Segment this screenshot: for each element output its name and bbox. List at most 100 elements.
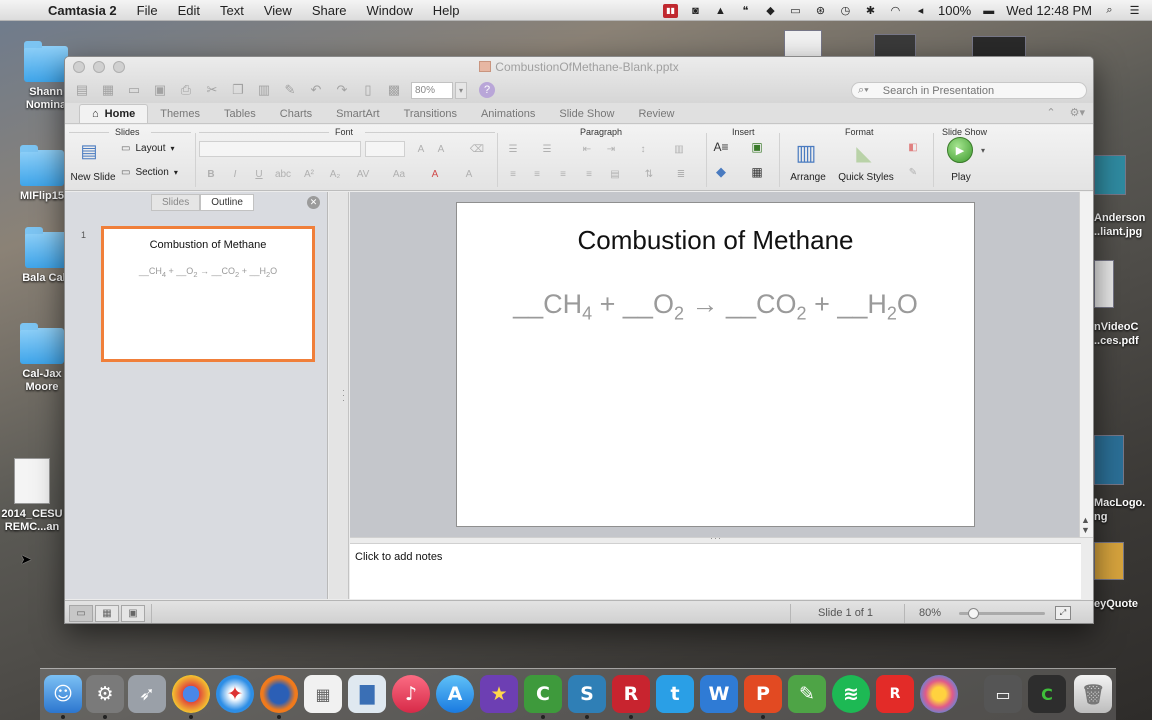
slide-title[interactable]: Combustion of Methane	[457, 225, 974, 256]
search-icon[interactable]: ⌕▾	[858, 84, 869, 97]
tab-slide-show[interactable]: Slide Show	[547, 104, 626, 123]
desktop-file-label[interactable]: eyQuote	[1094, 597, 1138, 611]
desktop-thumbnail-icon[interactable]	[784, 30, 822, 58]
roblox-icon[interactable]: R	[876, 675, 914, 713]
tab-transitions[interactable]: Transitions	[392, 104, 469, 123]
screen-icon[interactable]: ▭	[788, 4, 803, 18]
media-browser-icon[interactable]: ▩	[385, 82, 403, 98]
keynote-icon[interactable]: ▇	[348, 675, 386, 713]
decrease-font-icon[interactable]: A	[433, 142, 449, 156]
evernote-icon[interactable]: ✎	[788, 675, 826, 713]
new-slide-button[interactable]: New Slide	[67, 172, 119, 183]
tab-animations[interactable]: Animations	[469, 104, 547, 123]
normal-view-button[interactable]: ▭	[69, 605, 93, 622]
system-preferences-icon[interactable]: ⚙	[86, 675, 124, 713]
subscript-icon[interactable]: A₂	[327, 167, 343, 181]
photos-icon[interactable]	[920, 675, 958, 713]
media-icon[interactable]: ▦	[749, 165, 765, 179]
camera-icon[interactable]: ◙	[688, 4, 703, 18]
text-box-icon[interactable]: A≡	[713, 140, 729, 154]
slide-sorter-button[interactable]: ▦	[95, 605, 119, 622]
italic-icon[interactable]: I	[227, 167, 243, 181]
clock[interactable]: Wed 12:48 PM	[1006, 3, 1092, 18]
format-painter-icon[interactable]: ✎	[281, 82, 299, 98]
tab-home[interactable]: ⌂ Home	[79, 104, 149, 123]
new-slide-icon[interactable]: ▤	[69, 139, 109, 163]
menu-help[interactable]: Help	[433, 3, 460, 18]
distributed-icon[interactable]: ▤	[607, 167, 623, 181]
text-direction-icon[interactable]: ⇅	[641, 167, 657, 181]
columns-icon[interactable]: ▥	[671, 142, 687, 156]
notes-pane[interactable]: Click to add notes	[350, 543, 1081, 599]
vertical-scrollbar[interactable]: ▲ ▼	[1079, 192, 1093, 537]
sidebar-toggle-icon[interactable]: ▯	[359, 82, 377, 98]
paste-icon[interactable]: ▥	[255, 82, 273, 98]
search-input[interactable]	[882, 84, 1063, 97]
time-machine-icon[interactable]: ◷	[838, 4, 853, 18]
play-icon[interactable]: ▶	[947, 137, 973, 163]
align-right-icon[interactable]: ≡	[555, 167, 571, 181]
scroll-arrows-icon[interactable]: ▲ ▼	[1081, 515, 1090, 535]
trash-icon[interactable]: 🗑	[1074, 675, 1112, 713]
quote-thumbnail-icon[interactable]	[1094, 542, 1124, 580]
bluetooth-icon[interactable]: ✱	[863, 4, 878, 18]
notification-icon[interactable]: ▲	[713, 4, 728, 18]
tab-review[interactable]: Review	[626, 104, 686, 123]
launchpad-icon[interactable]: ➶	[128, 675, 166, 713]
font-color-icon[interactable]: A	[427, 167, 443, 181]
desktop-file-label[interactable]: MacLogo. ng	[1094, 496, 1152, 524]
app-store-icon[interactable]: A	[436, 675, 474, 713]
align-left-icon[interactable]: ≡	[505, 167, 521, 181]
superscript-icon[interactable]: A²	[301, 167, 317, 181]
menu-view[interactable]: View	[264, 3, 292, 18]
templates-icon[interactable]: ▦	[99, 82, 117, 98]
screen-capture-icon[interactable]: ▭	[984, 675, 1022, 713]
quick-styles-button[interactable]: Quick Styles	[833, 172, 899, 183]
save-icon[interactable]: ▣	[151, 82, 169, 98]
safari-icon[interactable]: ✦	[216, 675, 254, 713]
copy-icon[interactable]: ❐	[229, 82, 247, 98]
desktop-folder-2[interactable]: MIFlip15	[14, 145, 70, 203]
camtasia-recorder-icon[interactable]: C	[1028, 675, 1066, 713]
logo-thumbnail-icon[interactable]	[1094, 435, 1124, 485]
fill-color-icon[interactable]: ◧	[905, 140, 921, 154]
spotify-icon[interactable]: ≋	[832, 675, 870, 713]
image-thumbnail-icon[interactable]	[1094, 155, 1126, 195]
tab-slides-pane[interactable]: Slides	[151, 194, 201, 211]
desktop-document[interactable]: 2014_CESU REMC...an	[0, 458, 64, 534]
undo-icon[interactable]: ↶	[307, 82, 325, 98]
highlight-icon[interactable]: A	[461, 167, 477, 181]
slide-thumbnail[interactable]: Combustion of Methane __CH4 + __O2 → __C…	[101, 226, 315, 362]
tab-charts[interactable]: Charts	[268, 104, 324, 123]
chevron-down-icon[interactable]: ▾	[975, 143, 991, 157]
zoom-dropdown-icon[interactable]: ▾	[455, 81, 467, 99]
hangouts-icon[interactable]: ❝	[738, 4, 753, 18]
camtasia-icon[interactable]: C	[524, 675, 562, 713]
justify-icon[interactable]: ≡	[581, 167, 597, 181]
itunes-icon[interactable]: ♪	[392, 675, 430, 713]
change-case-icon[interactable]: Aa	[391, 167, 407, 181]
menu-share[interactable]: Share	[312, 3, 347, 18]
print-icon[interactable]: ⎙	[177, 82, 195, 98]
clear-format-icon[interactable]: ⌫	[469, 142, 485, 156]
fit-window-icon[interactable]: ⤢	[1055, 606, 1071, 620]
increase-indent-icon[interactable]: ⇥	[603, 142, 619, 156]
r-app-icon[interactable]: R	[612, 675, 650, 713]
picture-icon[interactable]: ▣	[749, 140, 765, 154]
app-menu[interactable]: Camtasia 2	[48, 3, 117, 18]
word-icon[interactable]: W	[700, 675, 738, 713]
bullets-icon[interactable]: ☰	[505, 142, 521, 156]
help-icon[interactable]: ?	[479, 82, 495, 98]
twitter-icon[interactable]: t	[656, 675, 694, 713]
apps-grid-icon[interactable]: ▦	[304, 675, 342, 713]
pane-splitter[interactable]: · · ·	[329, 192, 349, 599]
recording-icon[interactable]: ▮▮	[662, 3, 678, 18]
menu-edit[interactable]: Edit	[178, 3, 200, 18]
snagit-icon[interactable]: S	[568, 675, 606, 713]
section-button[interactable]: ▭ Section ▾	[121, 167, 178, 178]
desktop-file-label[interactable]: nVideoC ..ces.pdf	[1094, 320, 1152, 348]
new-document-icon[interactable]: ▤	[73, 82, 91, 98]
volume-icon[interactable]: ◂	[913, 4, 928, 18]
bold-icon[interactable]: B	[203, 167, 219, 181]
arrange-icon[interactable]: ▥	[791, 139, 821, 167]
